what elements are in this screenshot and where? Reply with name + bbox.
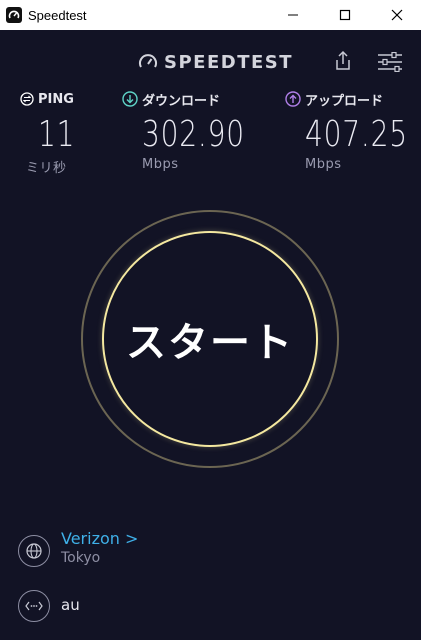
logo-text: SPEEDTEST [164, 51, 294, 73]
connection-icon [25, 601, 43, 611]
close-button[interactable] [374, 0, 420, 30]
server-selector[interactable]: Verizon > Tokyo [18, 527, 398, 577]
download-arrow-icon [122, 91, 138, 107]
download-unit: Mbps [142, 157, 179, 172]
sliders-icon [378, 51, 402, 73]
app-main: SPEEDTEST PING 11 ミリ秒 ダウンロード 302.90 Mbps… [0, 30, 421, 640]
upload-label: アップロード [305, 93, 384, 109]
ping-unit: ミリ秒 [26, 161, 67, 176]
upload-metric: アップロード 407.25 Mbps [285, 88, 421, 172]
upload-value: 407.25 [305, 114, 408, 155]
window-title: Speedtest [28, 7, 87, 23]
maximize-icon [339, 9, 351, 21]
download-metric: ダウンロード 302.90 Mbps [122, 88, 274, 172]
connection-icon-wrap [18, 590, 50, 622]
globe-icon [26, 543, 42, 559]
speedtest-app-icon [6, 7, 22, 23]
ping-metric: PING 11 ミリ秒 [20, 88, 86, 176]
minimize-icon [288, 14, 298, 16]
upload-arrow-icon [285, 91, 301, 107]
share-button[interactable] [332, 50, 354, 72]
settings-button[interactable] [376, 51, 404, 73]
server-name[interactable]: Verizon > [61, 529, 138, 548]
start-button[interactable]: スタート [102, 231, 318, 447]
start-label: スタート [126, 320, 294, 366]
upload-unit: Mbps [305, 157, 342, 172]
ping-icon [20, 92, 34, 106]
ping-label: PING [38, 91, 74, 107]
download-label: ダウンロード [142, 93, 221, 109]
globe-icon-wrap [18, 535, 50, 567]
speedtest-logo: SPEEDTEST [138, 50, 293, 74]
isp-name: au [61, 596, 80, 614]
server-location: Tokyo [61, 550, 101, 566]
minimize-button[interactable] [270, 0, 316, 30]
ping-value: 11 [38, 114, 76, 155]
isp-row: au [18, 588, 398, 624]
download-value: 302.90 [142, 114, 245, 155]
close-icon [391, 9, 403, 21]
maximize-button[interactable] [322, 0, 368, 30]
gauge-icon [139, 54, 157, 68]
share-icon [336, 50, 350, 70]
window-titlebar: Speedtest [0, 0, 421, 30]
